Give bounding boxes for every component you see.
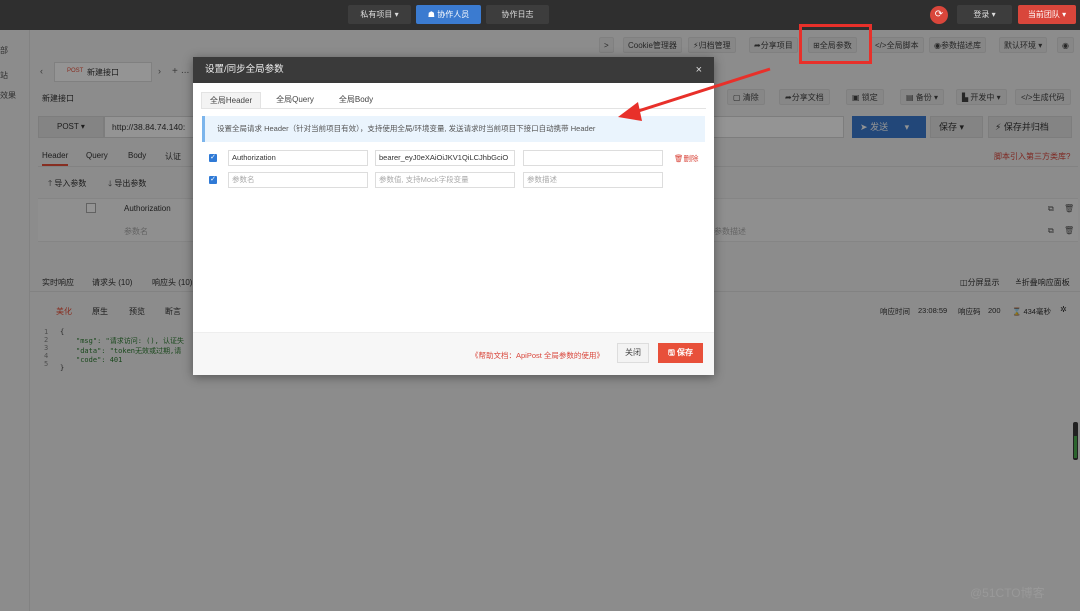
row1-delete-button[interactable]: 🗑删除 bbox=[674, 153, 699, 164]
tab-global-query[interactable]: 全局Query bbox=[267, 92, 323, 108]
collab-log-label: 协作日志 bbox=[501, 10, 534, 19]
close-button[interactable]: 关闭 bbox=[617, 343, 649, 363]
row1-desc-input[interactable] bbox=[523, 150, 663, 166]
row2-value-input[interactable]: 参数值, 支持Mock字段变量 bbox=[375, 172, 515, 188]
private-project-dropdown[interactable]: 私有项目 ▾ bbox=[348, 5, 411, 24]
delete-label: 删除 bbox=[683, 154, 699, 163]
private-project-label: 私有项目 bbox=[360, 10, 393, 19]
team-icon: ☗ bbox=[427, 10, 435, 19]
help-doc-link[interactable]: 《帮助文档：ApiPost 全局参数的使用》 bbox=[471, 350, 604, 361]
save-button-label: 保存 bbox=[677, 348, 694, 357]
trash-icon: 🗑 bbox=[674, 154, 684, 163]
collaborators-button[interactable]: ☗ 协作人员 bbox=[416, 5, 481, 24]
tab-global-header[interactable]: 全局Header bbox=[201, 92, 261, 108]
row2-desc-input[interactable]: 参数描述 bbox=[523, 172, 663, 188]
row2-checkbox[interactable]: ✓ bbox=[209, 176, 217, 184]
login-dropdown[interactable]: 登录 ▾ bbox=[957, 5, 1012, 24]
collaborators-label: 协作人员 bbox=[437, 10, 470, 19]
row1-checkbox[interactable]: ✓ bbox=[209, 154, 217, 162]
sync-icon[interactable]: ⟳ bbox=[930, 6, 948, 24]
current-team-label: 当前团队 bbox=[1027, 10, 1060, 19]
arrow-head bbox=[618, 102, 642, 121]
save-button[interactable]: 🖫 保存 bbox=[658, 343, 703, 363]
annotation-highlight-box bbox=[799, 24, 872, 64]
arrow-shaft bbox=[631, 67, 771, 115]
row2-key-input[interactable]: 参数名 bbox=[228, 172, 368, 188]
row1-key-input[interactable]: Authorization bbox=[228, 150, 368, 166]
login-label: 登录 bbox=[973, 10, 990, 19]
watermark: @51CTO博客 bbox=[970, 586, 1045, 600]
tab-global-body[interactable]: 全局Body bbox=[329, 92, 383, 108]
collab-log-button[interactable]: 协作日志 bbox=[486, 5, 549, 24]
current-team-dropdown[interactable]: 当前团队 ▾ bbox=[1018, 5, 1076, 24]
annotation-arrow bbox=[618, 67, 771, 121]
save-icon: 🖫 bbox=[667, 348, 675, 357]
modal-title: 设置/同步全局参数 bbox=[205, 64, 284, 75]
row1-value-input[interactable]: bearer_eyJ0eXAiOiJKV1QiLCJhbGciO bbox=[375, 150, 515, 166]
